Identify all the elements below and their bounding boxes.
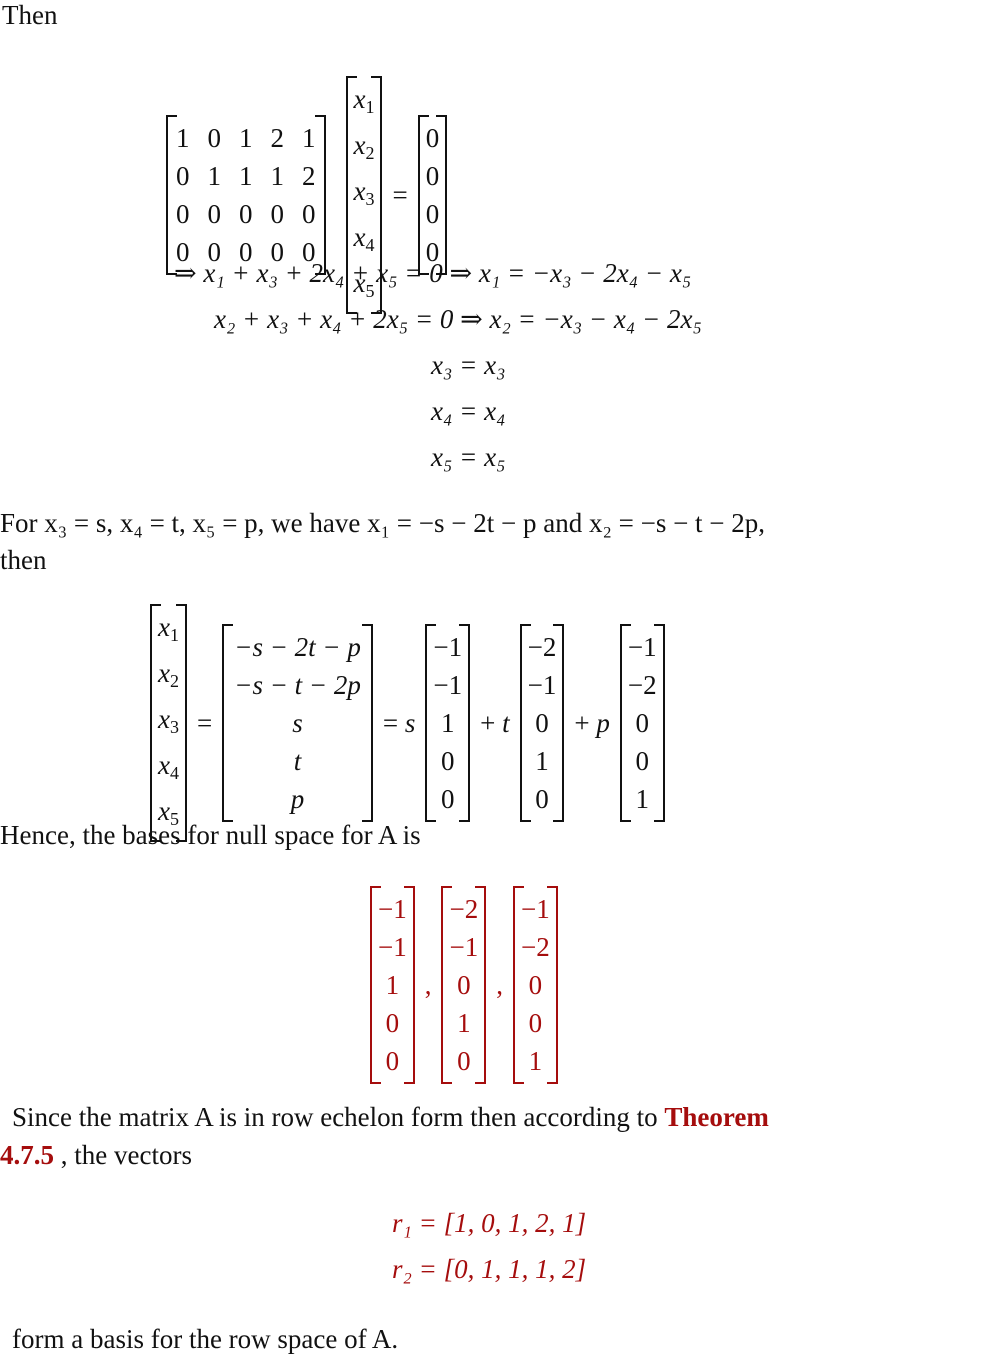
matrix-entry: 1: [239, 123, 253, 153]
matrix-entry: 1: [302, 123, 316, 153]
basis-vector-1: −1 −1 1 0 0: [370, 886, 415, 1084]
matrix-entry: 1: [176, 123, 190, 153]
null-space-basis: −1 −1 1 0 0 , −2 −1 0 1 0 , −1 −2 0 0 1: [370, 886, 558, 1084]
basis-vector-3: −1 −2 0 0 1: [512, 886, 558, 1084]
conclusion-text: form a basis for the row space of A.: [12, 1324, 399, 1354]
vector-entry: 0: [457, 970, 471, 1000]
vector-entry: −2: [449, 894, 479, 924]
vector-entry: 1: [457, 1008, 471, 1038]
matrix-entry: 2: [270, 123, 285, 153]
matrix-entry: 1: [270, 161, 285, 191]
vector-entry: 0: [535, 708, 549, 738]
vector-entry: −1: [520, 894, 550, 924]
vector-entry: p: [290, 784, 305, 814]
general-solution: x1 x2 x3 x4 x5 = −s − 2t − p −s − t − 2p s t p =…: [150, 604, 665, 842]
matrix-entry: 0: [207, 199, 222, 229]
vector-t: −2 −1 0 1 0: [519, 624, 565, 822]
vector-entry: −1: [449, 932, 479, 962]
vector-entry: 0: [441, 746, 455, 776]
matrix-entry: 0: [270, 199, 285, 229]
since-text-2: 4.7.5 , the vectors: [0, 1140, 192, 1170]
matrix-entry: 1: [239, 161, 253, 191]
vector-entry: −1: [378, 894, 407, 924]
theorem-ref: Theorem: [664, 1102, 769, 1132]
vector-entry: −s − t − 2p: [234, 670, 361, 700]
row-vector-2: r₂ = [0, 1, 1, 1, 2]: [392, 1254, 587, 1284]
param-text-1: For x₃ = s, x₄ = t, x₅ = p, we have x₁ =…: [0, 508, 766, 538]
vector-x-2: x1 x2 x3 x4 x5: [150, 604, 187, 842]
equation-5: x₅ = x₅: [431, 442, 506, 472]
vector-entry: 0: [635, 708, 649, 738]
matrix-entry: 0: [302, 199, 316, 229]
vector-general: −s − 2t − p −s − t − 2p s t p: [222, 624, 373, 822]
vector-s: −1 −1 1 0 0: [425, 624, 471, 822]
since-text-1: Since the matrix A is in row echelon for…: [12, 1102, 769, 1132]
vector-entry: s: [292, 708, 303, 738]
param-text-2: then: [0, 545, 47, 575]
vector-entry: 0: [441, 784, 455, 814]
vector-entry: −2: [527, 632, 557, 662]
basis-vector-2: −2 −1 0 1 0: [441, 886, 487, 1084]
vector-entry: 1: [635, 784, 649, 814]
matrix-entry: 0: [176, 161, 190, 191]
vector-entry: 0: [528, 970, 543, 1000]
vector-entry: 0: [535, 784, 549, 814]
matrix-entry: 1: [207, 161, 222, 191]
equation-2: x₂ + x₃ + x₄ + 2x₅ = 0 ⇒ x₂ = −x₃ − x₄ −…: [214, 304, 702, 334]
vector-entry: −1: [527, 670, 557, 700]
vector-entry: −1: [378, 932, 407, 962]
matrix-entry: 0: [239, 199, 253, 229]
vector-entry: −1: [627, 632, 657, 662]
intro-text: Then: [2, 0, 58, 30]
vector-entry: −s − 2t − p: [234, 632, 361, 662]
vector-entry: 0: [385, 1008, 400, 1038]
vector-entry: 0: [635, 746, 649, 776]
vector-entry: 1: [441, 708, 455, 738]
vector-p: −1 −2 0 0 1: [619, 624, 665, 822]
vector-entry: 0: [457, 1046, 471, 1076]
matrix-a: 10121011120000000000: [166, 115, 326, 275]
matrix-entry: 2: [302, 161, 316, 191]
vector-entry: t: [293, 746, 302, 776]
matrix-entry: 0: [207, 123, 222, 153]
vector-entry: 1: [385, 970, 400, 1000]
matrix-entry: 0: [176, 199, 190, 229]
equation-3: x₃ = x₃: [431, 350, 506, 380]
equation-4: x₄ = x₄: [431, 396, 506, 426]
vector-entry: 1: [535, 746, 549, 776]
vector-entry: 0: [385, 1046, 400, 1076]
vector-zero: 0000: [417, 115, 448, 275]
vector-entry: −1: [433, 670, 463, 700]
vector-entry: 0: [528, 1008, 543, 1038]
vector-entry: 1: [528, 1046, 543, 1076]
hence-text: Hence, the bases for null space for A is: [0, 820, 421, 850]
vector-entry: −2: [627, 670, 657, 700]
vector-entry: −1: [433, 632, 463, 662]
vector-entry: −2: [520, 932, 550, 962]
row-vector-1: r₁ = [1, 0, 1, 2, 1]: [392, 1208, 587, 1238]
equation-1: ⇒ x₁ + x₃ + 2x₄ + x₅ = 0 ⇒ x₁ = −x₃ − 2x…: [174, 258, 692, 288]
